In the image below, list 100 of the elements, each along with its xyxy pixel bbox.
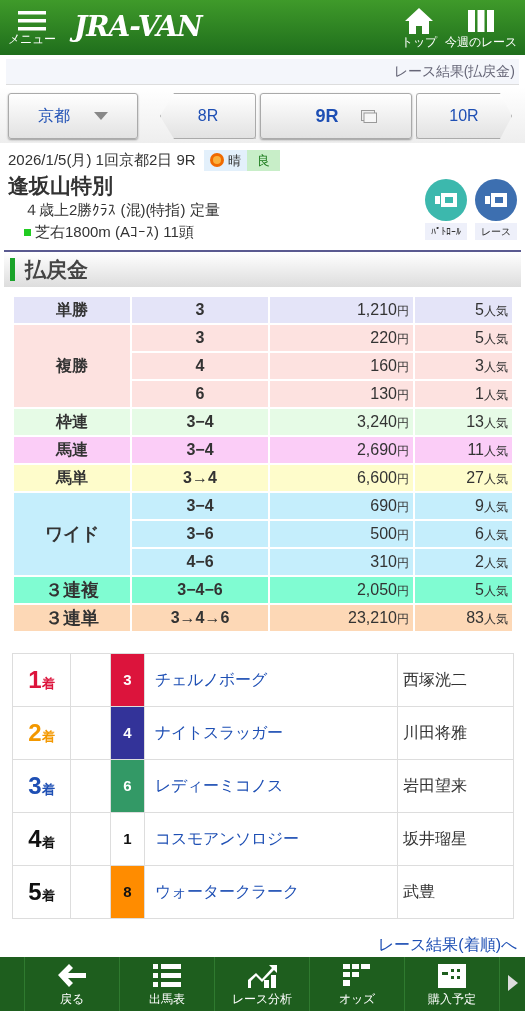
popularity-cell: 5人気 (415, 325, 512, 352)
popularity-cell: 5人気 (415, 577, 512, 604)
nav-button[interactable]: 今週のレース (445, 5, 517, 50)
video-button[interactable] (475, 178, 517, 221)
bet-type-cell: 枠連 (14, 409, 130, 436)
finish-place: 2着 (12, 706, 71, 760)
popularity-cell: 2人気 (415, 549, 512, 576)
calendar-icon (436, 963, 468, 990)
payout-cell: 1,210円 (270, 297, 413, 324)
bottom-nav-button[interactable]: オッズ (309, 957, 404, 1012)
payout-cell: 690円 (270, 493, 413, 520)
section-title: 払戻金 (10, 257, 88, 281)
combination-cell: 3−4 (132, 493, 268, 520)
bottom-nav-button[interactable]: レース分析 (214, 957, 309, 1012)
payout-cell: 2,690円 (270, 437, 413, 464)
horse-name-link[interactable]: ナイトスラッガー (144, 706, 398, 760)
combination-cell: 3 (132, 297, 268, 324)
popularity-cell: 3人気 (415, 353, 512, 380)
track-condition-badge: 良 (246, 149, 280, 171)
combination-cell: 3−4−6 (132, 577, 268, 604)
payout-cell: 3,240円 (270, 409, 413, 436)
horse-name-link[interactable]: チェルノボーグ (144, 653, 398, 707)
bottom-nav-button[interactable]: 購入予定 (404, 957, 499, 1012)
bet-type-cell: ３連単 (14, 605, 130, 632)
jockey-name: 武豊 (397, 865, 514, 919)
bottom-nav-button[interactable]: 戻る (24, 957, 119, 1012)
bet-type-cell: 複勝 (14, 325, 130, 408)
horse-name-link[interactable]: コスモアンソロジー (144, 812, 398, 866)
chart-icon (246, 963, 278, 990)
combination-cell: 3→4→6 (132, 605, 268, 632)
jockey-name: 西塚洸二 (397, 653, 514, 707)
horse-number: 4 (110, 706, 145, 760)
sun-icon (209, 153, 224, 168)
horse-number: 8 (110, 865, 145, 919)
bet-type-cell: 単勝 (14, 297, 130, 324)
horse-number: 6 (110, 759, 145, 813)
horse-name-link[interactable]: ウォータークラーク (144, 865, 398, 919)
combination-cell: 3−4 (132, 437, 268, 464)
finish-place: 3着 (12, 759, 71, 813)
breadcrumb: レース結果(払戻金) (6, 59, 519, 85)
payout-cell: 500円 (270, 521, 413, 548)
menu-button[interactable]: メニュー (8, 8, 56, 47)
bet-type-cell: 馬連 (14, 437, 130, 464)
bottom-nav-button[interactable]: 出馬表 (119, 957, 214, 1012)
back-arrow-icon (56, 963, 88, 990)
race-course: 芝右1800m (Aｺｰｽ) 11頭 (35, 222, 194, 243)
video-camera-icon (435, 192, 457, 207)
popularity-cell: 6人気 (415, 521, 512, 548)
right-arrow-icon (507, 975, 518, 992)
popularity-cell: 27人気 (415, 465, 512, 492)
nav-button[interactable]: トップ (401, 5, 437, 50)
finish-place: 4着 (12, 812, 71, 866)
race-tab[interactable]: 8R (160, 93, 256, 139)
combination-cell: 3→4 (132, 465, 268, 492)
bet-type-cell: ワイド (14, 493, 130, 576)
jockey-name: 坂井瑠星 (397, 812, 514, 866)
video-label: レース (475, 222, 517, 240)
payout-cell: 130円 (270, 381, 413, 408)
payout-cell: 220円 (270, 325, 413, 352)
combination-cell: 4 (132, 353, 268, 380)
finish-place: 1着 (12, 653, 71, 707)
popularity-cell: 1人気 (415, 381, 512, 408)
combination-cell: 3−4 (132, 409, 268, 436)
payout-cell: 2,050円 (270, 577, 413, 604)
menu-icon (18, 8, 46, 33)
payout-cell: 160円 (270, 353, 413, 380)
combination-cell: 4−6 (132, 549, 268, 576)
popularity-cell: 83人気 (415, 605, 512, 632)
payout-cell: 6,600円 (270, 465, 413, 492)
list-icon (151, 963, 183, 990)
video-camera-icon (485, 192, 507, 207)
jockey-name: 川田将雅 (397, 706, 514, 760)
venue-select[interactable]: 京都 (8, 93, 138, 139)
weather-badge: 晴 (203, 149, 247, 171)
bet-type-cell: 馬単 (14, 465, 130, 492)
bet-type-cell: ３連複 (14, 577, 130, 604)
race-name: 逢坂山特別 (8, 172, 114, 199)
combination-cell: 3−6 (132, 521, 268, 548)
horse-number: 1 (110, 812, 145, 866)
race-conditions: ４歳上2勝ｸﾗｽ (混)(特指) 定量 (24, 199, 221, 220)
results-link[interactable]: レース結果(着順)へ (378, 933, 517, 958)
popularity-cell: 11人気 (415, 437, 512, 464)
home-icon (403, 5, 435, 36)
popularity-cell: 5人気 (415, 297, 512, 324)
payout-cell: 23,210円 (270, 605, 413, 632)
turf-marker-icon (24, 229, 31, 237)
popularity-cell: 13人気 (415, 409, 512, 436)
race-date: 2026/1/5(月) 1回京都2日 9R (8, 150, 196, 170)
combination-cell: 6 (132, 381, 268, 408)
race-tab[interactable]: 9R (260, 93, 412, 139)
window-icon (360, 109, 377, 123)
horse-number: 3 (110, 653, 145, 707)
video-label: ﾊﾟﾄﾛｰﾙ (425, 222, 467, 240)
combination-cell: 3 (132, 325, 268, 352)
horse-name-link[interactable]: レディーミコノス (144, 759, 398, 813)
finish-place: 5着 (12, 865, 71, 919)
race-tab[interactable]: 10R (416, 93, 512, 139)
popularity-cell: 9人気 (415, 493, 512, 520)
jockey-name: 岩田望来 (397, 759, 514, 813)
caret-icon (94, 112, 108, 120)
